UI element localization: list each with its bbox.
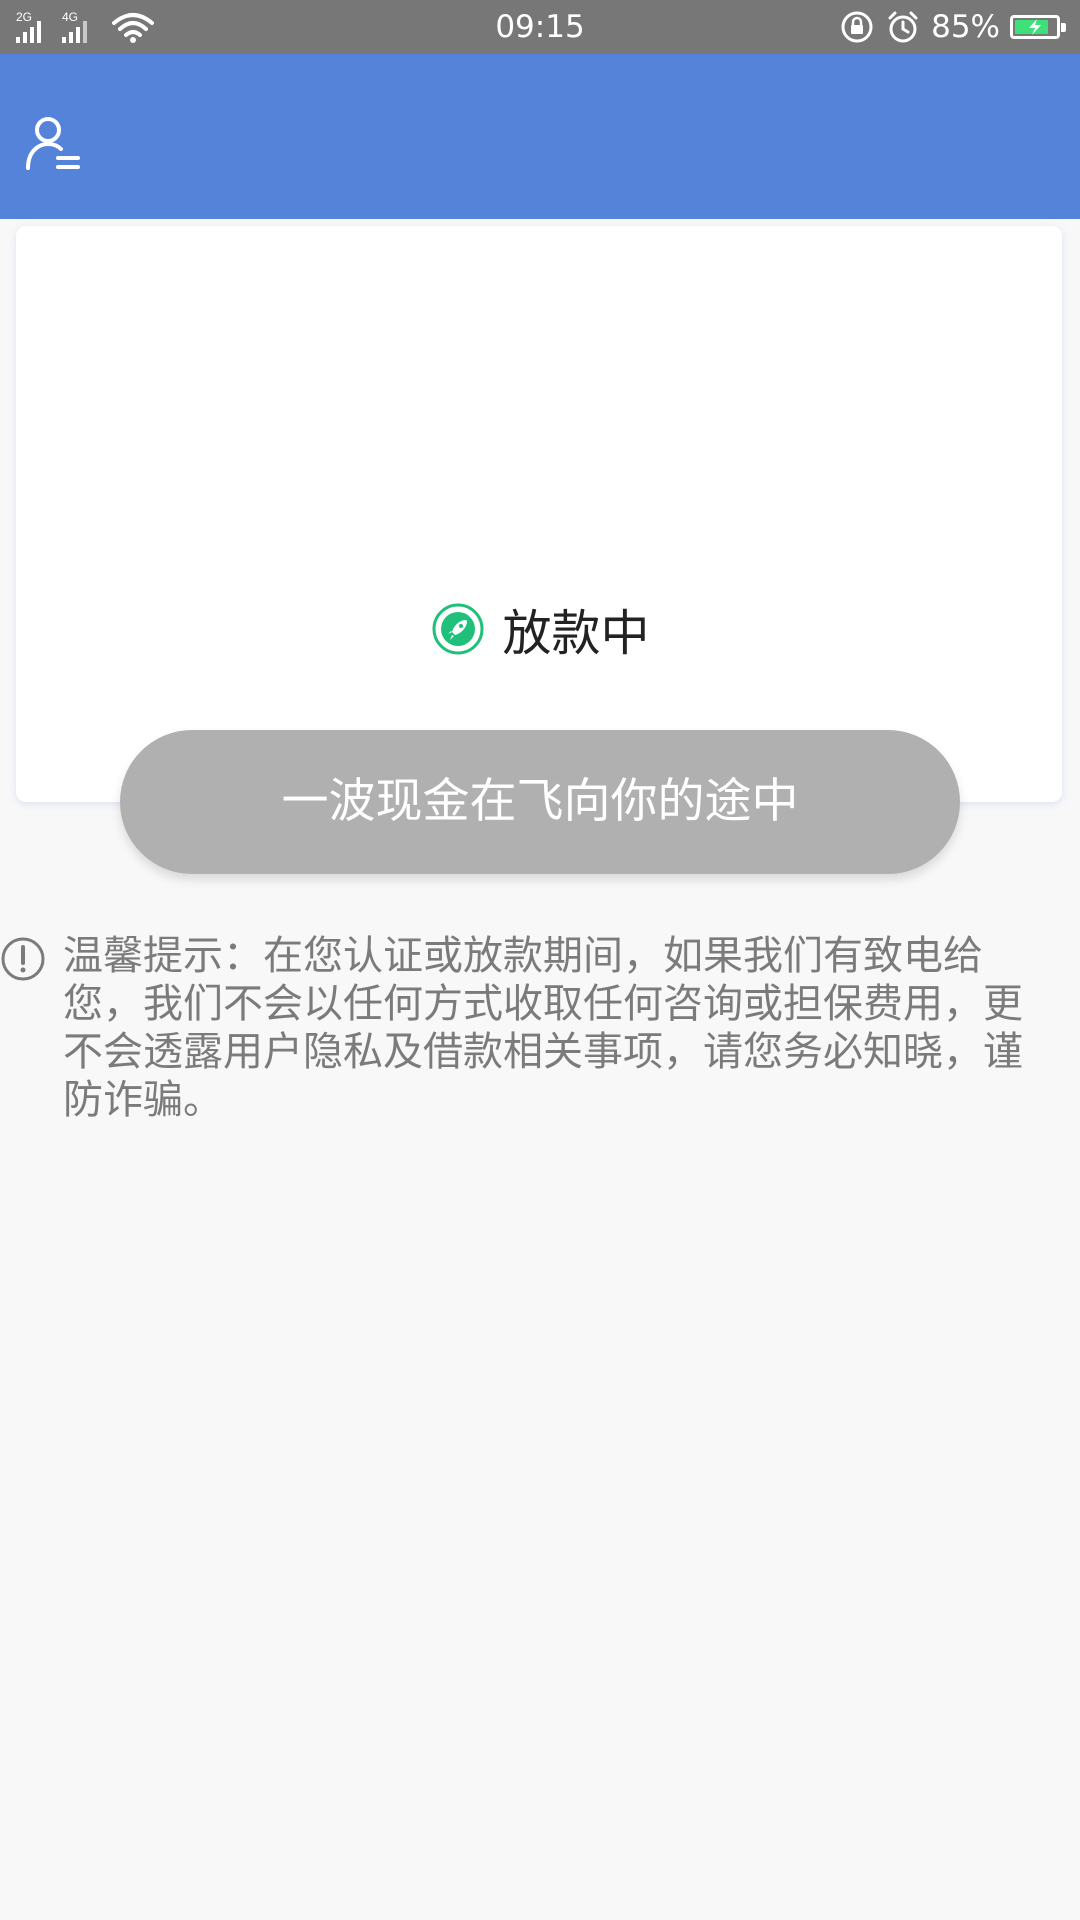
status-right: 85% bbox=[839, 0, 1066, 54]
alert-circle-icon bbox=[1, 937, 45, 981]
warm-tip-text: 温馨提示：在您认证或放款期间，如果我们有致电给您，我们不会以任何方式收取任何咨询… bbox=[63, 933, 1023, 1123]
charging-bolt-icon bbox=[1029, 19, 1041, 35]
battery-icon bbox=[1010, 15, 1066, 39]
loan-status-row: 放款中 bbox=[0, 594, 1080, 664]
battery-percent: 85% bbox=[931, 9, 1000, 45]
user-menu-icon[interactable] bbox=[24, 114, 84, 174]
status-bar: 2G 4G 09:15 85% bbox=[0, 0, 1080, 54]
cash-on-the-way-button[interactable]: 一波现金在飞向你的途中 bbox=[120, 730, 960, 874]
battery-nub bbox=[1061, 23, 1066, 32]
rotation-lock-icon bbox=[841, 11, 873, 43]
rocket-icon bbox=[432, 603, 484, 655]
alarm-icon bbox=[888, 11, 918, 43]
app-bar bbox=[0, 54, 1080, 219]
loan-status-card bbox=[16, 226, 1062, 802]
loan-status-text: 放款中 bbox=[502, 604, 650, 662]
